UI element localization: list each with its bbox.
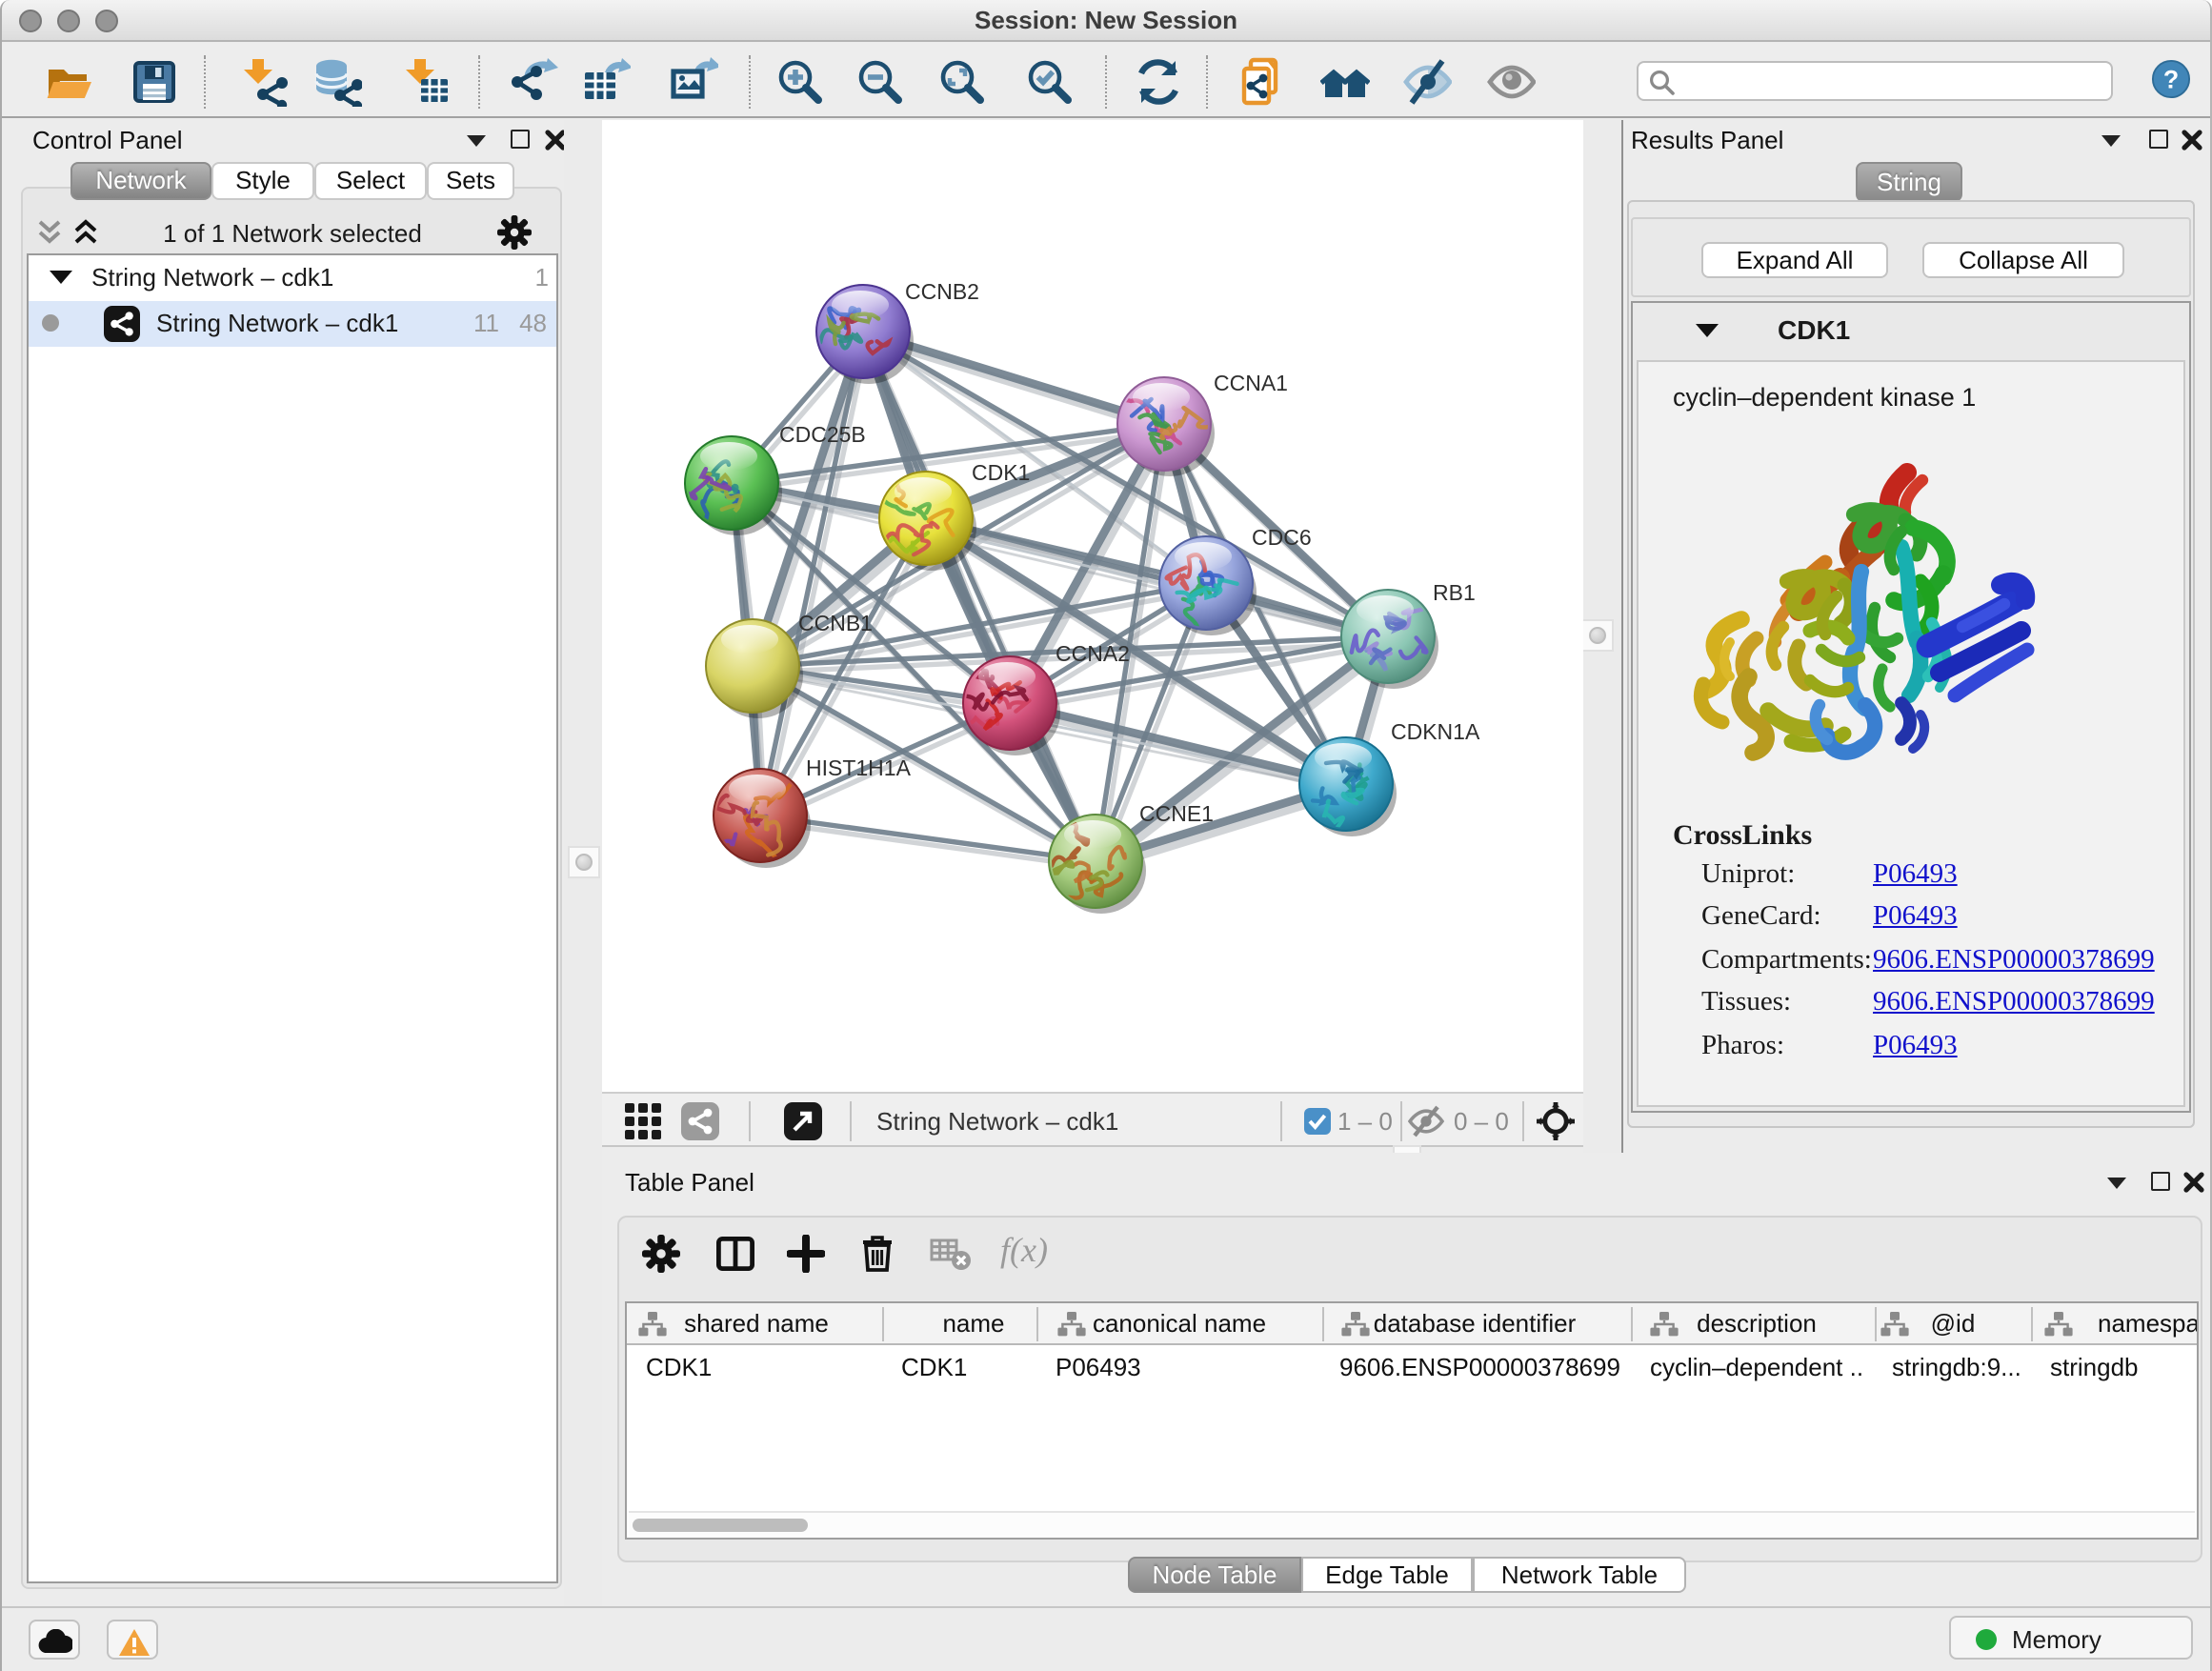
svg-text:CDC6: CDC6 [1252,525,1312,550]
svg-text:?: ? [2163,66,2179,94]
svg-text:CCNB2: CCNB2 [905,279,979,304]
svg-text:CCNB1: CCNB1 [798,611,873,635]
svg-text:HIST1H1A: HIST1H1A [806,755,912,780]
svg-text:RB1: RB1 [1433,580,1476,605]
svg-text:CDC25B: CDC25B [779,422,866,447]
svg-text:CDK1: CDK1 [972,460,1030,485]
svg-text:CCNA2: CCNA2 [1056,641,1130,666]
svg-text:CDKN1A: CDKN1A [1391,719,1480,744]
svg-text:CCNA1: CCNA1 [1214,371,1288,395]
svg-text:CCNE1: CCNE1 [1139,801,1214,826]
